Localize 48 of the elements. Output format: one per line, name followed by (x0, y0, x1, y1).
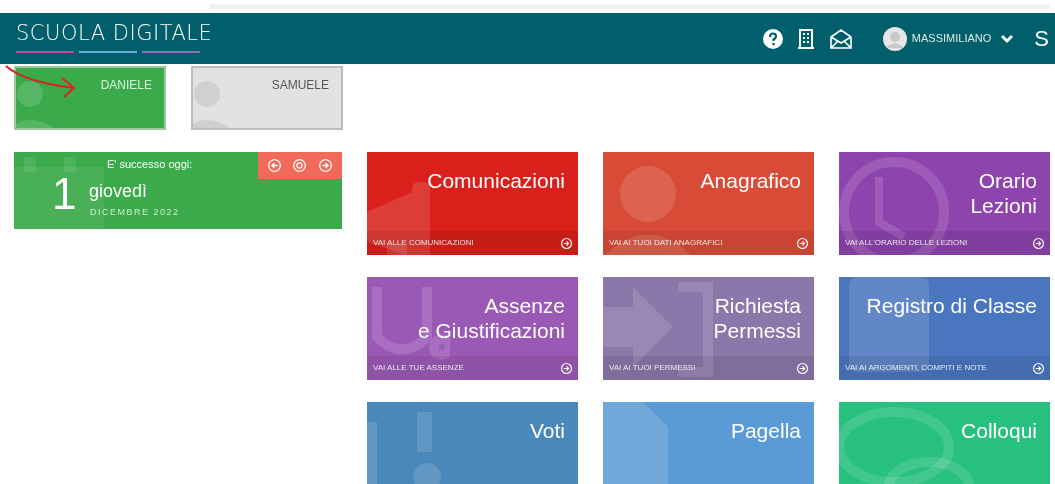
module-tile[interactable]: Comunicazioni VAI ALLE COMUNICAZIONI (367, 152, 578, 255)
tile-link[interactable]: VAI ALLE TUE ASSENZE (367, 356, 578, 380)
arrow-right-icon (797, 237, 808, 249)
tile-link[interactable]: VAI AI ARGOMENTI, COMPITI E NOTE (839, 356, 1050, 380)
tile-title: Comunicazioni (427, 168, 565, 193)
weekday-text: giovedì (89, 182, 148, 200)
tile-title: Pagella (730, 418, 801, 443)
help-icon[interactable] (762, 28, 783, 49)
tile-title: Registro di Classe (866, 293, 1037, 318)
module-tile[interactable]: Registro di Classe VAI AI ARGOMENTI, COMPITI E NOTE (839, 277, 1050, 380)
arrow-right-icon (561, 237, 572, 249)
arrow-right-icon (561, 362, 572, 374)
tile-title: Richiesta Permessi (713, 293, 801, 343)
tile-title: Orario Lezioni (970, 168, 1037, 218)
module-tile[interactable]: Pagella (603, 402, 814, 484)
module-tile[interactable]: Voti (367, 402, 578, 484)
day-number: 1 (52, 172, 77, 216)
tile-link[interactable]: VAI AI TUOI DATI ANAGRAFICI (603, 231, 814, 255)
module-tile[interactable]: Assenze e Giustificazioni VAI ALLE TUE ASSENZE (367, 277, 578, 380)
module-tile[interactable]: Richiesta Permessi VAI AI TUOI PERMESSI (603, 277, 814, 380)
tile-title: Voti (529, 418, 565, 443)
building-icon[interactable] (796, 28, 815, 49)
module-tile[interactable]: Colloqui (839, 402, 1050, 484)
avatar-icon (882, 26, 907, 51)
module-tile[interactable]: Orario Lezioni VAI ALL'ORARIO DELLE LEZIONI (839, 152, 1050, 255)
caption-text: E' successo oggi: (107, 157, 193, 172)
tile-title: Colloqui (961, 418, 1037, 443)
previous-icon[interactable] (268, 159, 282, 172)
month-text: DICEMBRE 2022 (90, 206, 180, 219)
logo-underline-icon (16, 50, 200, 54)
brand-mark: S (1034, 25, 1049, 53)
arrow-right-icon (797, 362, 808, 374)
tile-title: Assenze e Giustificazioni (417, 293, 565, 343)
student-card[interactable]: DANIELE (14, 66, 166, 130)
tile-link[interactable]: VAI ALLE COMUNICAZIONI (367, 231, 578, 255)
open-envelope-icon[interactable] (828, 28, 853, 49)
logo-text: SCUOLA DIGITALE (16, 23, 213, 44)
arrow-right-icon (1033, 237, 1044, 249)
tile-link[interactable]: VAI AI TUOI PERMESSI (603, 356, 814, 380)
target-icon[interactable] (293, 159, 307, 172)
student-card[interactable]: SAMUELE (191, 66, 343, 130)
tile-link[interactable]: VAI ALL'ORARIO DELLE LEZIONI (839, 231, 1050, 255)
tile-title: Anagrafico (700, 168, 801, 193)
chevron-down-icon (1000, 33, 1015, 44)
user-menu[interactable]: MASSIMILIANO (882, 26, 1015, 51)
next-icon[interactable] (318, 159, 332, 172)
module-tile[interactable]: Anagrafico VAI AI TUOI DATI ANAGRAFICI (603, 152, 814, 255)
arrow-right-icon (1033, 362, 1044, 374)
